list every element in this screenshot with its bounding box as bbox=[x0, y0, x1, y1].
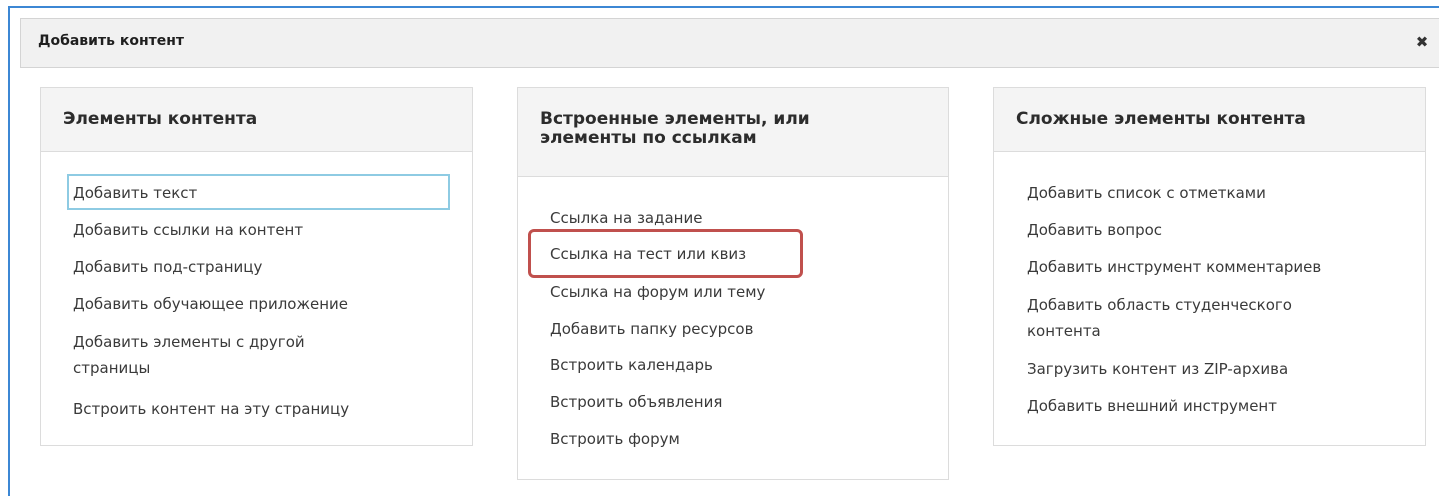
link-test-or-quiz[interactable]: Ссылка на тест или квиз bbox=[550, 242, 746, 266]
link-add-text[interactable]: Добавить текст bbox=[73, 181, 197, 205]
dialog-title: Добавить контент bbox=[38, 33, 185, 49]
panel-header: Встроенные элементы, или элементы по ссы… bbox=[518, 88, 948, 177]
panel-header: Сложные элементы контента bbox=[994, 88, 1425, 152]
link-add-subpage[interactable]: Добавить под-страницу bbox=[73, 255, 262, 279]
link-embed-content[interactable]: Встроить контент на эту страницу bbox=[73, 397, 349, 421]
link-forum-or-topic[interactable]: Ссылка на форум или тему bbox=[550, 280, 765, 304]
link-embed-calendar[interactable]: Встроить календарь bbox=[550, 353, 713, 377]
panel-title: Сложные элементы контента bbox=[1016, 109, 1306, 129]
link-embed-forum[interactable]: Встроить форум bbox=[550, 427, 680, 451]
link-add-items-from-other-page[interactable]: Добавить элементы с другой страницы bbox=[73, 329, 373, 381]
panel-title: Элементы контента bbox=[63, 109, 258, 129]
close-icon[interactable]: ✖ bbox=[1413, 33, 1431, 51]
link-add-checklist[interactable]: Добавить список с отметками bbox=[1027, 181, 1266, 205]
link-add-student-content-area[interactable]: Добавить область студенческого контента bbox=[1027, 292, 1327, 344]
dialog-header: Добавить контент bbox=[20, 18, 1439, 68]
link-embed-announcements[interactable]: Встроить объявления bbox=[550, 390, 722, 414]
link-add-comment-tool[interactable]: Добавить инструмент комментариев bbox=[1027, 255, 1321, 279]
link-add-learning-app[interactable]: Добавить обучающее приложение bbox=[73, 292, 348, 316]
link-add-external-tool[interactable]: Добавить внешний инструмент bbox=[1027, 394, 1277, 418]
panel-title: Встроенные элементы, или элементы по ссы… bbox=[540, 109, 810, 148]
link-add-resource-folder[interactable]: Добавить папку ресурсов bbox=[550, 317, 753, 341]
link-assignment[interactable]: Ссылка на задание bbox=[550, 206, 702, 230]
panel-header: Элементы контента bbox=[41, 88, 472, 152]
link-upload-zip[interactable]: Загрузить контент из ZIP-архива bbox=[1027, 357, 1288, 381]
link-add-content-links[interactable]: Добавить ссылки на контент bbox=[73, 218, 303, 242]
link-add-question[interactable]: Добавить вопрос bbox=[1027, 218, 1162, 242]
